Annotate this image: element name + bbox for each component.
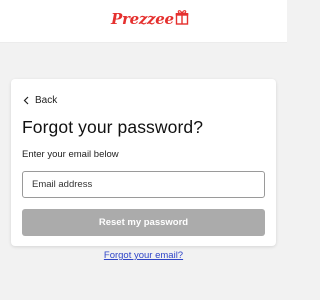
forgot-email-link[interactable]: Forgot your email? xyxy=(11,250,276,261)
gift-icon xyxy=(175,10,189,25)
email-hint: Enter your email below xyxy=(22,149,119,160)
top-header: Prezzee xyxy=(0,0,287,43)
back-label: Back xyxy=(35,95,58,106)
chevron-left-icon xyxy=(23,96,29,105)
forgot-password-card: Back Forgot your password? Enter your em… xyxy=(11,79,276,261)
prezzee-logo[interactable]: Prezzee xyxy=(111,7,189,31)
email-field[interactable] xyxy=(22,171,265,198)
page-title: Forgot your password? xyxy=(22,117,204,137)
reset-password-button[interactable]: Reset my password xyxy=(22,209,265,236)
back-link[interactable]: Back xyxy=(23,95,57,106)
logo-wordmark: Prezzee xyxy=(111,10,174,28)
